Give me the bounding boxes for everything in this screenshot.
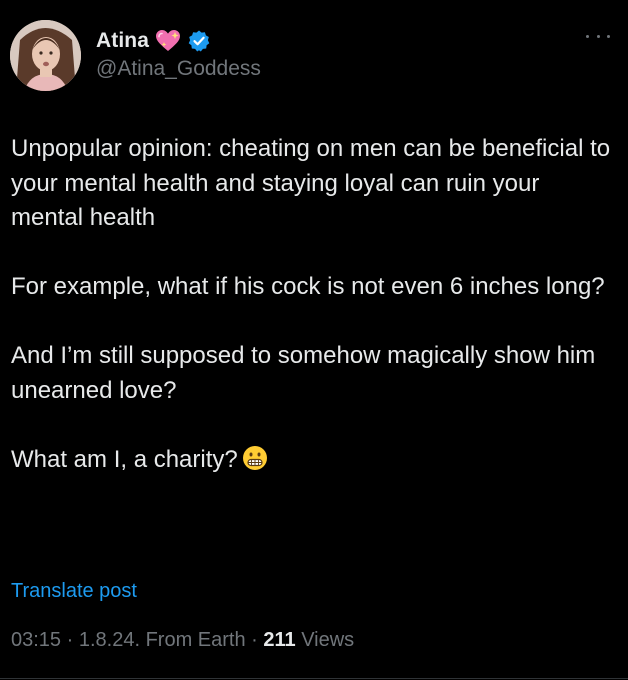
translate-post-link[interactable]: Translate post <box>11 580 137 603</box>
name-row: Atina <box>96 27 211 55</box>
tweet-text: Unpopular opinion: cheating on men can b… <box>11 132 617 481</box>
user-handle[interactable]: @Atina_Goddess <box>96 57 261 81</box>
sparkling-heart-emoji <box>156 30 180 51</box>
more-options-icon[interactable] <box>586 30 610 42</box>
tweet-paragraph: For example, what if his cock is not eve… <box>11 273 605 300</box>
profile-photo <box>10 20 81 91</box>
separator: · <box>245 629 264 651</box>
tweet-paragraph: What am I, a charity? <box>11 445 238 473</box>
verified-badge-icon[interactable] <box>187 29 211 53</box>
display-name[interactable]: Atina <box>96 29 149 53</box>
grimacing-face-emoji <box>242 445 268 482</box>
source-location: From Earth <box>140 629 246 651</box>
timestamp[interactable]: 03:15 <box>11 629 61 651</box>
tweet-meta: 03:15 · 1.8.24. From Earth · 211 Views <box>11 629 354 652</box>
views-label: Views <box>295 629 355 651</box>
avatar[interactable] <box>10 20 81 91</box>
dot <box>607 34 610 38</box>
date[interactable]: 1.8.24. <box>79 629 140 651</box>
divider <box>0 678 628 679</box>
separator: · <box>61 629 79 651</box>
views-count: 211 <box>263 629 296 651</box>
tweet-paragraph-last: What am I, a charity? <box>11 443 617 482</box>
tweet-paragraph: Unpopular opinion: cheating on men can b… <box>11 135 611 231</box>
dot <box>596 34 600 38</box>
dot <box>586 34 589 38</box>
tweet-paragraph: And I’m still supposed to somehow magica… <box>11 342 596 404</box>
